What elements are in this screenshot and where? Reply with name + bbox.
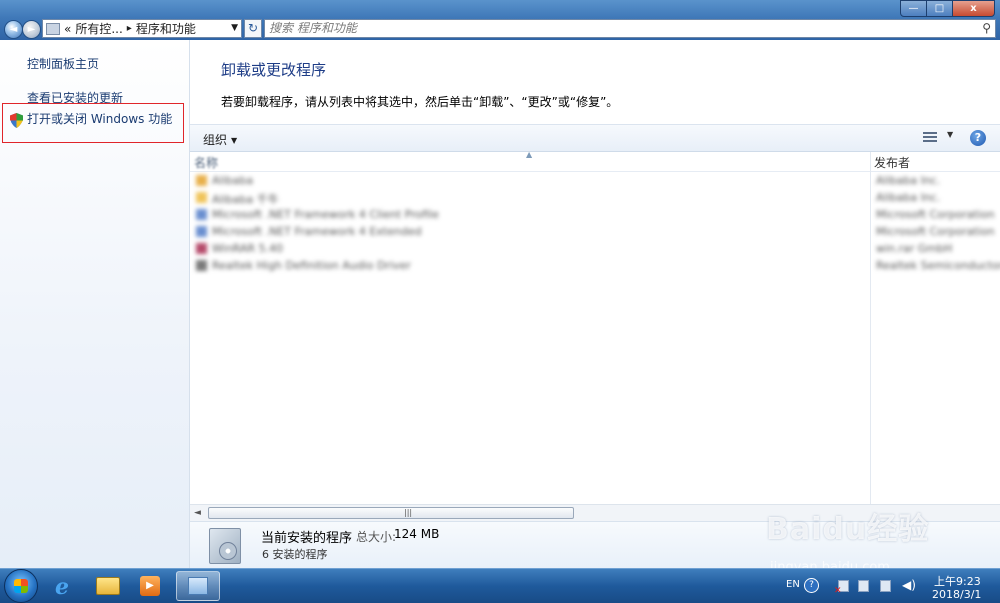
program-name: Alibaba 千牛 [212,193,279,206]
scrollbar-thumb[interactable]: ||| [208,507,574,519]
volume-icon[interactable]: ◀) [902,578,916,592]
breadcrumb-overflow[interactable]: « [64,22,71,36]
organize-label: 组织 [203,133,228,147]
program-publisher: Realtek Semiconductor Corp. [876,259,1000,272]
scroll-left-icon[interactable]: ◄ [194,508,201,518]
taskbar: e ▶ EN ? ✕ ◀) 上午9:23 2018/3/1 [0,568,1000,603]
program-name: Microsoft .NET Framework 4 Client Profil… [212,208,439,221]
breadcrumb-separator-icon[interactable]: ▸ [127,23,132,34]
ie-icon: e [55,574,69,600]
program-icon [196,260,207,271]
address-dropdown-icon[interactable]: ▼ [231,23,238,33]
organize-button[interactable]: 组织 ▼ [203,131,237,148]
program-name: Alibaba [212,174,254,187]
command-bar: 组织 ▼ ▼ ? [190,124,1000,152]
grip-icon: ||| [404,508,413,517]
chevron-down-icon: ▼ [231,136,238,145]
details-size-value: 124 MB [394,527,440,541]
program-icon [196,175,207,186]
clock-date[interactable]: 2018/3/1 [932,588,981,601]
network-icon[interactable] [880,580,891,592]
program-name: WinRAR 5.40 [212,242,284,255]
address-bar[interactable]: « 所有控... ▸ 程序和功能 ▼ [42,19,242,38]
taskbar-control-panel[interactable] [176,571,220,601]
table-row[interactable]: Realtek High Definition Audio Driver Real… [194,257,1000,274]
program-publisher: Microsoft Corporation [876,225,995,238]
windows-logo-icon [14,579,28,593]
maximize-button[interactable]: □ [926,0,953,17]
taskbar-media-player[interactable]: ▶ [130,571,170,601]
breadcrumb-programs[interactable]: 程序和功能 [136,20,196,37]
uac-shield-icon [10,113,23,128]
search-input[interactable]: 搜索 程序和功能 ⚲ [264,19,996,38]
media-player-icon: ▶ [140,576,160,596]
table-row[interactable]: Microsoft .NET Framework 4 Client Profil… [194,206,995,223]
taskbar-explorer[interactable] [88,571,128,601]
details-size-label: 总大小: [356,530,397,544]
program-publisher: Alibaba Inc. [876,174,941,187]
table-row[interactable]: Alibaba Alibaba Inc. [194,172,994,189]
view-options-icon[interactable] [923,132,937,144]
language-indicator[interactable]: EN [786,579,800,590]
table-row[interactable]: Microsoft .NET Framework 4 Extended Micro… [194,223,995,240]
instruction-text: 若要卸载程序，请从列表中将其选中，然后单击“卸载”、“更改”或“修复”。 [221,95,619,109]
program-icon [196,243,207,254]
refresh-button[interactable]: ↻ [244,19,262,38]
view-dropdown-icon[interactable]: ▼ [947,130,953,139]
battery-icon[interactable] [858,580,869,592]
table-row[interactable]: WinRAR 5.40 win.rar GmbH [194,240,994,257]
program-list[interactable]: 名称 ▲ 发布者 Alibaba Alibaba Inc. Alibaba 千牛 Al… [190,150,1000,504]
watermark: Baidu经验 [766,512,930,547]
sort-up-icon: ▲ [526,150,533,159]
details-title: 当前安装的程序 [261,531,353,546]
clock-time[interactable]: 上午9:23 [934,573,981,589]
program-publisher: win.rar GmbH [876,242,953,255]
page-title: 卸载或更改程序 [221,61,327,79]
program-icon [196,192,207,203]
help-icon[interactable]: ? [970,130,986,146]
program-publisher: Alibaba Inc. [876,191,941,204]
folder-icon [96,577,120,595]
control-panel-taskbar-icon [188,577,208,595]
column-header-row: 名称 ▲ 发布者 [190,150,1000,172]
program-icon [196,209,207,220]
forward-button[interactable]: ► [22,20,41,39]
start-button[interactable] [4,569,38,603]
action-center-alert-icon: ✕ [834,586,842,596]
column-header-name[interactable]: 名称 [194,154,218,171]
sidebar: 控制面板主页 查看已安装的更新 打开或关闭 Windows 功能 [0,40,190,568]
minimize-button[interactable]: — [900,0,927,17]
column-header-publisher[interactable]: 发布者 [874,154,910,171]
sidebar-link-home[interactable]: 控制面板主页 [27,55,99,72]
program-name: Microsoft .NET Framework 4 Extended [212,225,422,238]
search-placeholder: 搜索 程序和功能 [269,21,357,35]
details-count: 6 安装的程序 [262,548,328,561]
installed-programs-icon [209,528,241,564]
program-publisher: Microsoft Corporation [876,208,995,221]
program-rows: Alibaba Alibaba Inc. Alibaba 千牛 Alibaba Inc… [194,172,1000,274]
back-button[interactable]: ◄ [4,20,23,39]
search-icon[interactable]: ⚲ [982,20,991,37]
program-name: Realtek High Definition Audio Driver [212,259,411,272]
sidebar-link-windows-features[interactable]: 打开或关闭 Windows 功能 [27,110,172,127]
window-titlebar: ◄ ► « 所有控... ▸ 程序和功能 ▼ ↻ 搜索 程序和功能 ⚲ — □ … [0,0,1000,40]
control-panel-icon [46,22,60,35]
table-row[interactable]: Alibaba 千牛 Alibaba Inc. [194,189,994,206]
main-content: 卸载或更改程序 若要卸载程序，请从列表中将其选中，然后单击“卸载”、“更改”或“… [190,40,1000,569]
taskbar-ie[interactable]: e [46,571,86,601]
close-button[interactable]: x [952,0,995,17]
breadcrumb-all-items[interactable]: 所有控... [75,20,122,37]
tray-help-icon[interactable]: ? [804,578,819,593]
program-icon [196,226,207,237]
